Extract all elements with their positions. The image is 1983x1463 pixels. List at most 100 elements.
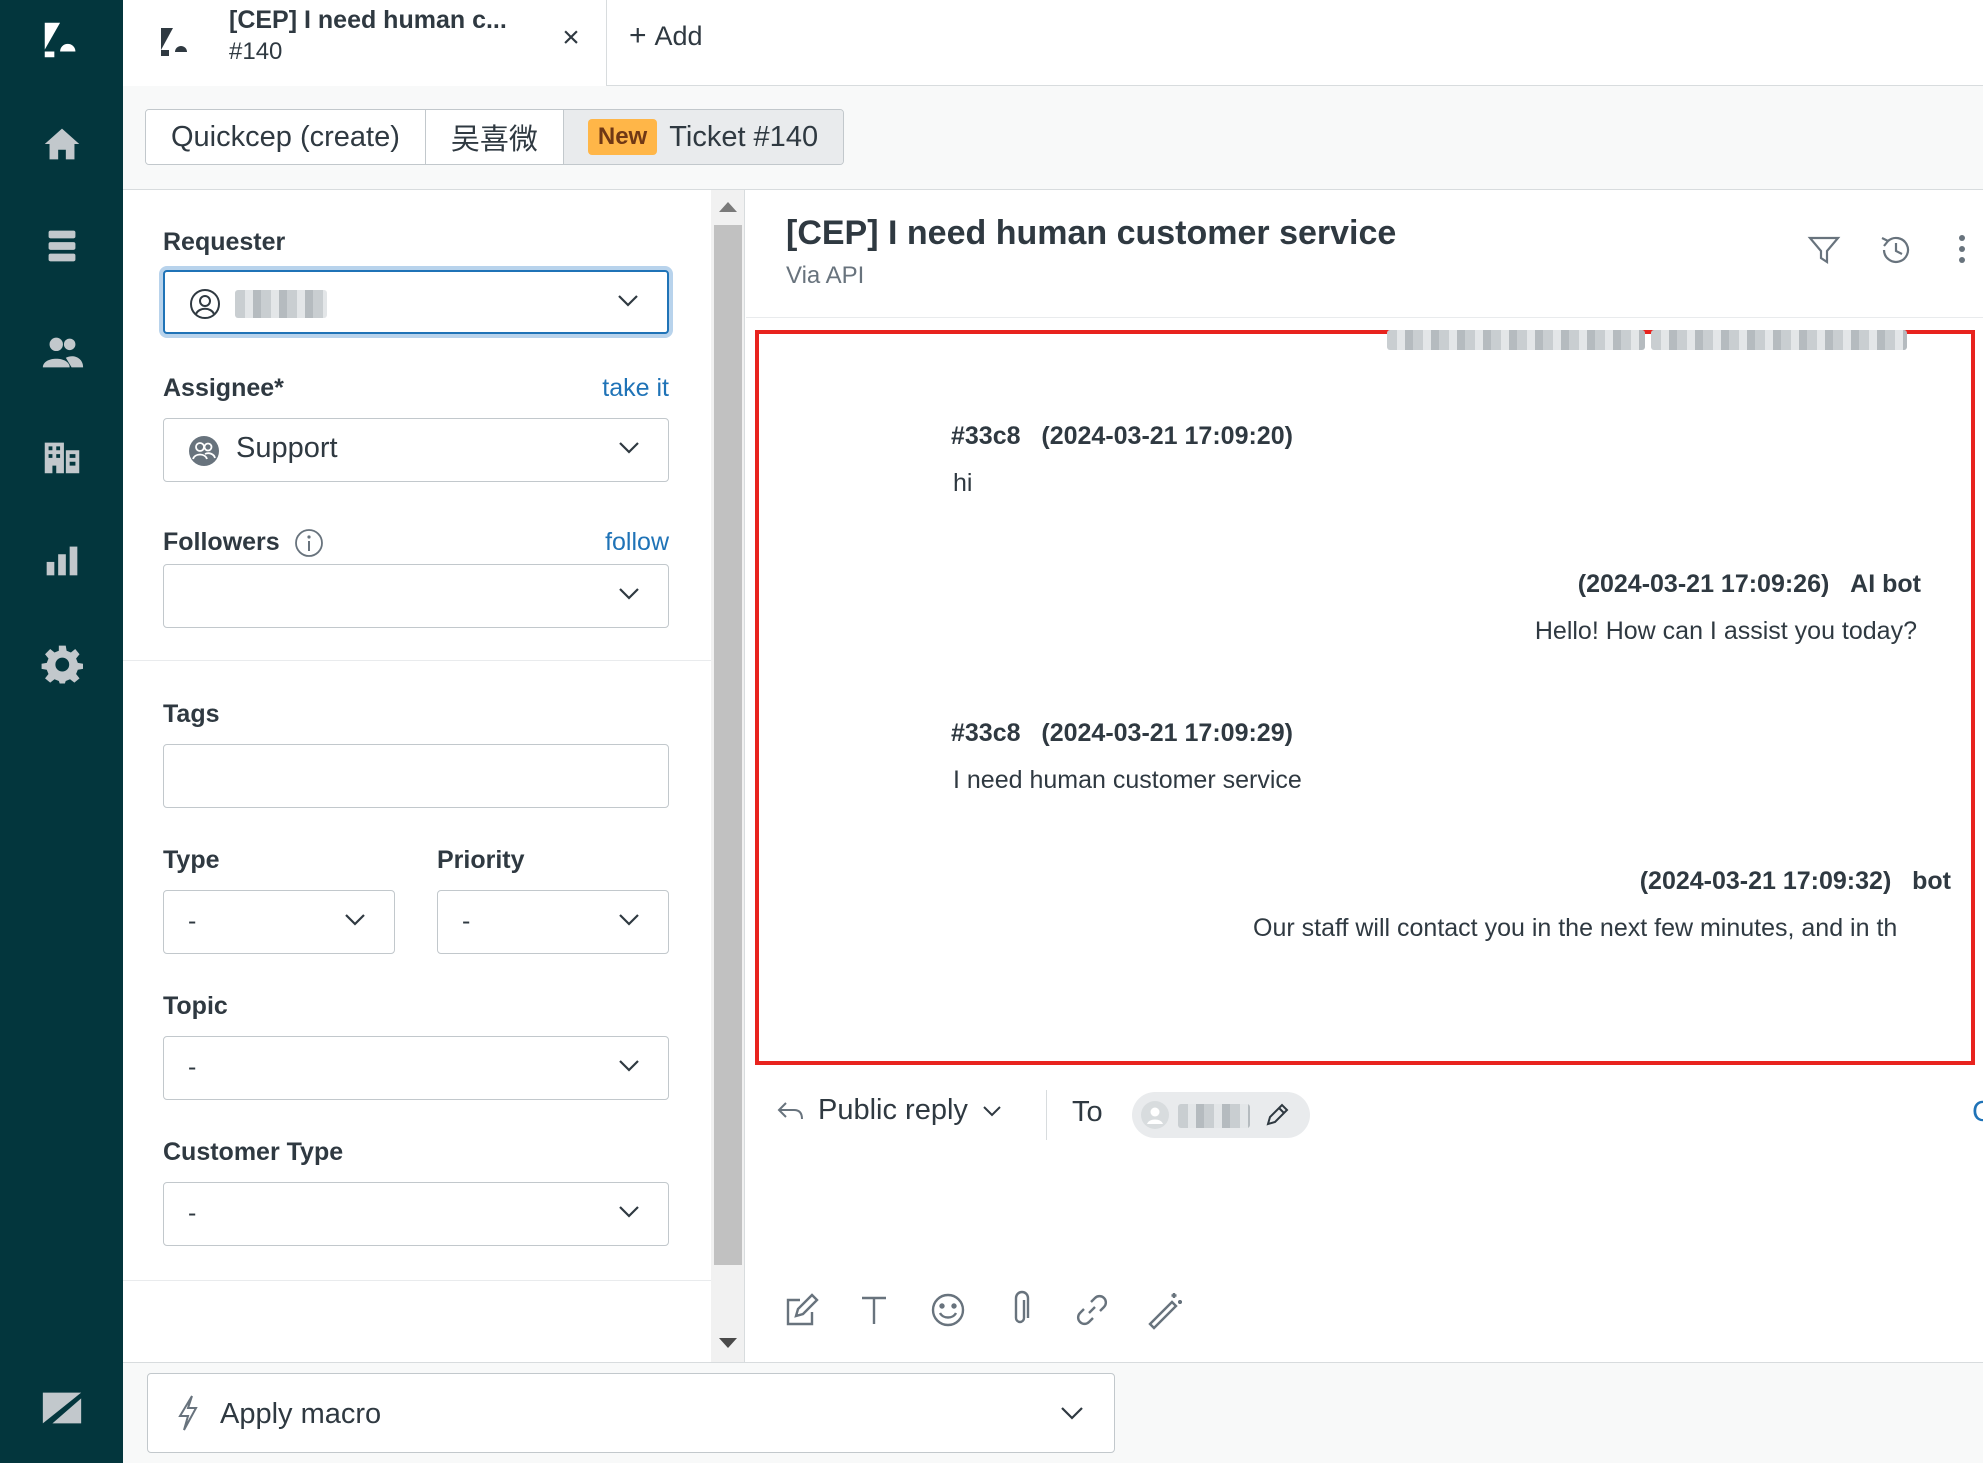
reply-type-label: Public reply bbox=[818, 1094, 968, 1126]
message-text: Hello! How can I assist you today? bbox=[1534, 617, 1917, 645]
zendesk-logo-icon[interactable] bbox=[36, 14, 88, 66]
priority-label: Priority bbox=[437, 846, 525, 874]
redacted-text bbox=[1387, 330, 1645, 350]
section-divider bbox=[123, 1280, 711, 1281]
message-meta: #33c8 (2024-03-21 17:09:29) bbox=[951, 719, 1293, 748]
message-text: hi bbox=[953, 469, 973, 497]
breadcrumb-ticket[interactable]: New Ticket #140 bbox=[563, 110, 844, 164]
ticket-subject[interactable]: [CEP] I need human customer service bbox=[786, 214, 1396, 253]
reporting-icon[interactable] bbox=[36, 534, 88, 586]
magic-wand-icon[interactable] bbox=[1144, 1290, 1188, 1334]
views-icon[interactable] bbox=[36, 220, 88, 272]
recipient-pill[interactable] bbox=[1132, 1092, 1310, 1138]
text-format-icon[interactable] bbox=[854, 1290, 898, 1334]
type-label: Type bbox=[163, 846, 220, 874]
chevron-down-icon bbox=[619, 1206, 639, 1218]
chevron-down-icon bbox=[619, 588, 639, 600]
add-tab-button[interactable]: + Add bbox=[629, 16, 703, 56]
message-time: (2024-03-21 17:09:26) bbox=[1577, 570, 1830, 598]
assignee-field[interactable]: Support bbox=[163, 418, 669, 482]
message-time: (2024-03-21 17:09:32) bbox=[1639, 867, 1892, 895]
priority-select[interactable]: - bbox=[437, 890, 669, 954]
chevron-down-icon bbox=[619, 914, 639, 926]
message-text: Our staff will contact you in the next f… bbox=[1253, 914, 1898, 942]
conversation-header: [CEP] I need human customer service Via … bbox=[746, 190, 1983, 318]
take-it-link[interactable]: take it bbox=[602, 374, 669, 403]
attachment-icon[interactable] bbox=[1000, 1290, 1044, 1334]
priority-value: - bbox=[462, 907, 471, 935]
customer-type-select[interactable]: - bbox=[163, 1182, 669, 1246]
breadcrumb-organization[interactable]: Quickcep (create) bbox=[146, 110, 426, 164]
message-author: #33c8 bbox=[951, 422, 1021, 450]
message-time: (2024-03-21 17:09:29) bbox=[1041, 719, 1293, 747]
emoji-icon[interactable] bbox=[928, 1290, 972, 1334]
zendesk-product-icon[interactable] bbox=[36, 1382, 88, 1434]
status-badge: New bbox=[587, 119, 658, 155]
message-text: I need human customer service bbox=[953, 766, 1302, 794]
user-avatar-icon bbox=[190, 289, 220, 319]
admin-settings-icon[interactable] bbox=[36, 640, 88, 692]
requester-label: Requester bbox=[163, 228, 286, 256]
ticket-tab[interactable]: [CEP] I need human c... #140 × bbox=[123, 0, 607, 86]
topic-value: - bbox=[188, 1053, 197, 1081]
message-author: #33c8 bbox=[951, 719, 1021, 747]
chevron-down-icon bbox=[619, 1060, 639, 1072]
organizations-icon[interactable] bbox=[36, 430, 88, 482]
to-label: To bbox=[1072, 1096, 1103, 1128]
chevron-down-icon bbox=[345, 914, 365, 926]
scrollbar-thumb[interactable] bbox=[714, 225, 742, 1265]
main-nav bbox=[0, 0, 123, 1463]
reply-arrow-icon bbox=[777, 1101, 803, 1119]
history-icon[interactable] bbox=[1876, 230, 1916, 270]
link-icon[interactable] bbox=[1072, 1290, 1116, 1334]
info-icon[interactable] bbox=[293, 527, 325, 559]
editor-toolbar bbox=[746, 1290, 1983, 1350]
reply-type-selector[interactable]: Public reply bbox=[776, 1094, 1002, 1127]
assignee-value: Support bbox=[236, 432, 338, 464]
customer-type-label: Customer Type bbox=[163, 1138, 344, 1166]
plus-icon: + bbox=[629, 19, 647, 52]
customers-icon[interactable] bbox=[36, 326, 88, 378]
requester-name-redacted bbox=[235, 290, 327, 318]
apply-macro-select[interactable]: Apply macro bbox=[147, 1373, 1115, 1453]
workspace-tabbar: [CEP] I need human c... #140 × + Add bbox=[123, 0, 1983, 86]
type-value: - bbox=[188, 907, 197, 935]
cc-link[interactable]: C bbox=[1972, 1096, 1983, 1129]
ticket-tab-title: [CEP] I need human c... bbox=[229, 6, 507, 34]
more-options-icon[interactable] bbox=[1952, 230, 1972, 270]
close-tab-icon[interactable]: × bbox=[551, 18, 591, 58]
scroll-up-arrow-icon[interactable] bbox=[719, 202, 737, 212]
chevron-down-icon bbox=[983, 1105, 1001, 1116]
ticket-icon bbox=[161, 28, 187, 56]
message-author: AI bot bbox=[1850, 570, 1921, 598]
message-meta: #33c8 (2024-03-21 17:09:20) bbox=[951, 422, 1293, 451]
group-icon bbox=[189, 436, 219, 466]
apply-macro-label: Apply macro bbox=[220, 1398, 382, 1430]
follow-link[interactable]: follow bbox=[605, 528, 669, 557]
edit-pencil-icon[interactable] bbox=[1262, 1100, 1292, 1130]
topic-label: Topic bbox=[163, 992, 228, 1020]
ticket-channel: Via API bbox=[786, 262, 865, 289]
compose-icon[interactable] bbox=[782, 1290, 826, 1334]
filter-icon[interactable] bbox=[1804, 230, 1844, 270]
type-select[interactable]: - bbox=[163, 890, 395, 954]
home-icon[interactable] bbox=[36, 118, 88, 170]
scroll-down-arrow-icon[interactable] bbox=[719, 1338, 737, 1348]
tags-field[interactable] bbox=[163, 744, 669, 808]
divider bbox=[1046, 1090, 1047, 1140]
section-divider bbox=[123, 660, 711, 661]
message-meta: (2024-03-21 17:09:26) AI bot bbox=[1578, 570, 1921, 599]
breadcrumb-requester[interactable]: 吴喜微 bbox=[425, 110, 564, 164]
lightning-bolt-icon bbox=[178, 1395, 198, 1431]
followers-field[interactable] bbox=[163, 564, 669, 628]
breadcrumb-bar: Quickcep (create) 吴喜微 New Ticket #140 bbox=[123, 86, 1983, 190]
topic-select[interactable]: - bbox=[163, 1036, 669, 1100]
reply-editor[interactable] bbox=[746, 1155, 1983, 1285]
requester-field[interactable] bbox=[163, 270, 669, 334]
macro-bar: Apply macro bbox=[123, 1362, 1983, 1463]
breadcrumb-ticket-label: Ticket #140 bbox=[669, 120, 819, 153]
followers-label: Followers bbox=[163, 528, 280, 556]
redacted-text bbox=[1651, 330, 1907, 350]
conversation-messages: #33c8 (2024-03-21 17:09:20) hi (2024-03-… bbox=[755, 330, 1975, 1065]
tags-label: Tags bbox=[163, 700, 220, 728]
